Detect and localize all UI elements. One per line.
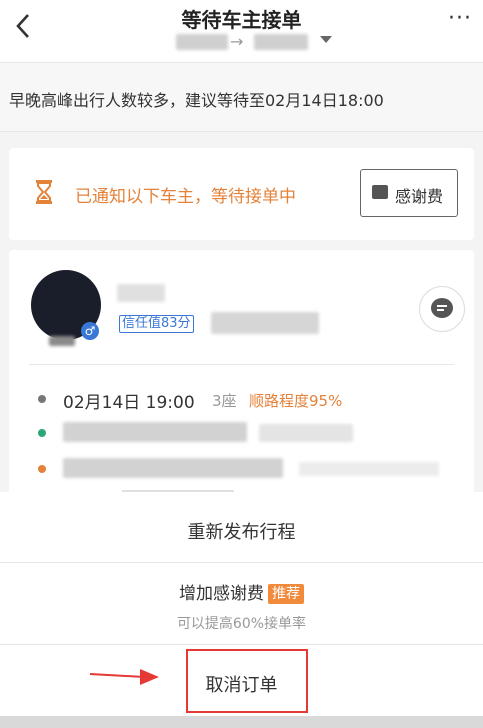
clock-icon [38,395,46,403]
republish-trip-label: 重新发布行程 [187,522,296,543]
departure-time: 02月14日 19:00 [63,393,195,413]
add-thank-fee-button[interactable]: 增加感谢费 推荐 可以提高60%接单率 [0,563,483,645]
pointer-arrow-icon [89,669,159,685]
male-icon: ♂ [81,322,99,340]
route-selector[interactable]: → [170,30,340,56]
end-point-icon [38,465,46,473]
chevron-down-icon [320,36,332,43]
add-thank-fee-label: 增加感谢费 [179,584,264,604]
peak-notice: 早晚高峰出行人数较多，建议等待至02月14日18:00 [0,62,483,132]
more-menu-icon[interactable]: ··· [445,8,475,34]
divider [29,364,454,365]
action-sheet: 重新发布行程 增加感谢费 推荐 可以提高60%接单率 取消订单 [0,490,483,728]
page: 等待车主接单 → ··· 早晚高峰出行人数较多，建议等待至02月14日18:00… [0,0,483,728]
destination-redacted [254,34,308,50]
page-title: 等待车主接单 [181,8,302,32]
avatar-caption-redacted [49,336,75,346]
message-button[interactable] [419,286,465,332]
pickup-detail-redacted [259,424,353,442]
driver-name-redacted [117,284,165,302]
republish-trip-button[interactable]: 重新发布行程 [0,492,483,563]
chat-icon [431,298,453,318]
car-info-redacted [211,312,319,334]
bottom-edge [0,716,483,728]
route-match-percent: 顺路程度95% [249,392,343,410]
driver-card[interactable]: ♂ 信任值83分 02月14日 19:00 3座 顺路程度95% [9,250,474,510]
seat-count: 3座 [212,392,237,410]
route-arrow: → [230,32,244,51]
thank-fee-button[interactable]: 感谢费 [360,169,458,217]
recommend-badge: 推荐 [268,584,304,604]
cancel-order-label: 取消订单 [205,675,278,696]
hourglass-icon [36,180,52,204]
dropoff-address-redacted [63,458,283,478]
start-point-icon [38,429,46,437]
peak-notice-text: 早晚高峰出行人数较多，建议等待至02月14日18:00 [9,91,384,110]
top-bar: 等待车主接单 → ··· [0,0,483,62]
cancel-order-button[interactable]: 取消订单 [0,645,483,720]
waiting-status-text: 已通知以下车主，等待接单中 [75,187,296,207]
dropoff-detail-redacted [299,462,439,476]
wallet-icon [372,185,388,199]
add-thank-fee-hint: 可以提高60%接单率 [176,616,307,632]
status-card: 已通知以下车主，等待接单中 感谢费 [9,148,474,240]
origin-redacted [176,34,228,50]
pickup-address-redacted [63,422,247,442]
trust-score-badge: 信任值83分 [119,315,194,333]
thank-fee-label: 感谢费 [395,187,444,206]
